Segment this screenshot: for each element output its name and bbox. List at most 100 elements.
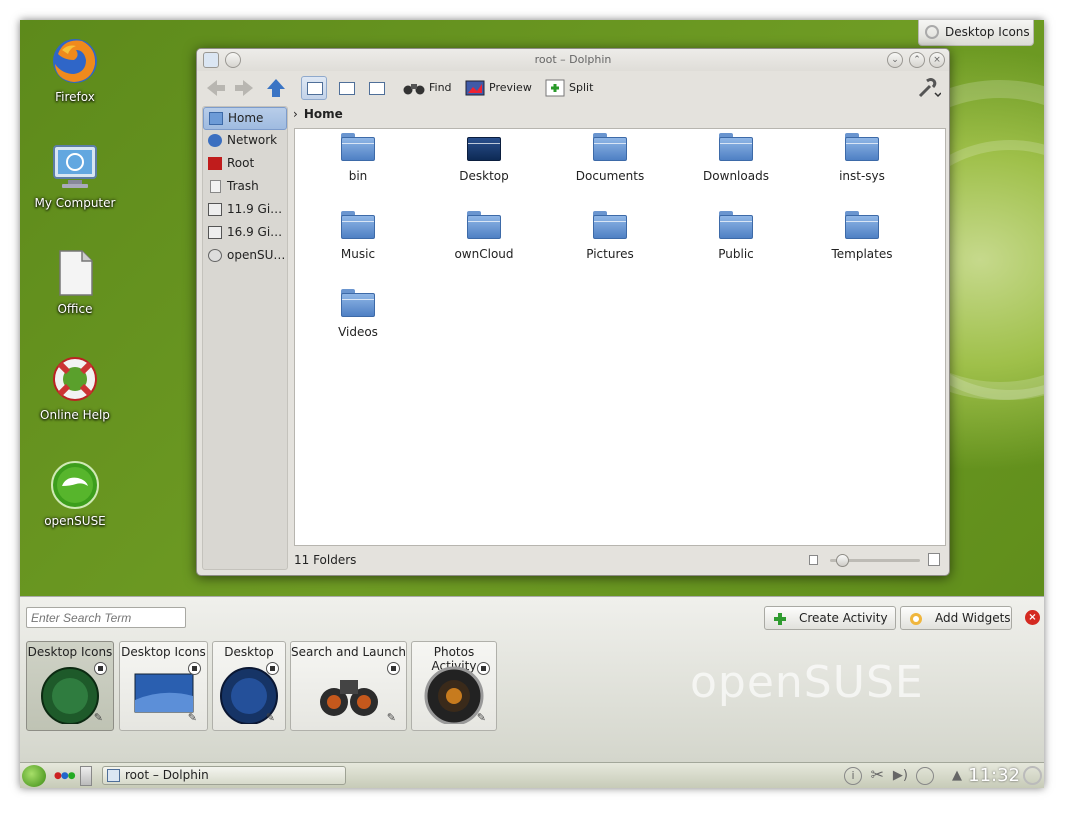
zoom-out-icon[interactable] (809, 555, 818, 565)
task-dolphin[interactable]: root – Dolphin (102, 766, 346, 785)
add-widgets-button[interactable]: Add Widgets (900, 606, 1012, 630)
folder-item[interactable]: inst-sys (807, 133, 917, 183)
folder-item[interactable]: Videos (303, 289, 413, 339)
forward-arrow-icon[interactable] (233, 77, 255, 99)
folder-item[interactable]: bin (303, 133, 413, 183)
panel-toolbox-icon[interactable] (1023, 766, 1042, 785)
configure-activity-icon[interactable]: ✎ (266, 711, 275, 724)
minimize-icon[interactable]: ⌄ (887, 52, 903, 68)
folder-name: inst-sys (839, 169, 885, 183)
folder-item[interactable]: Templates (807, 211, 917, 261)
desktop-icon-office[interactable]: Office (20, 248, 130, 316)
place-home[interactable]: Home (203, 107, 287, 130)
stop-activity-icon[interactable] (387, 662, 400, 675)
breadcrumb[interactable]: › Home (293, 106, 343, 126)
folder-item[interactable]: Downloads (681, 133, 791, 183)
stop-activity-icon[interactable] (477, 662, 490, 675)
places-panel: Home Network Root Trash 11.9 GiB… 16.9 G… (202, 106, 288, 570)
desktop-folder-icon (467, 133, 501, 161)
place-volume-2[interactable]: 16.9 GiB… (203, 222, 287, 245)
find-label: Find (429, 81, 452, 94)
details-view-button[interactable] (333, 76, 359, 100)
desktop-icon-online-help[interactable]: Online Help (20, 354, 130, 422)
window-titlebar[interactable]: root – Dolphin ⌄ ⌃ × (197, 49, 949, 71)
close-icon[interactable]: × (929, 52, 945, 68)
lifebuoy-icon (50, 354, 100, 404)
activity-label: Desktop Icons (121, 645, 206, 659)
place-trash[interactable]: Trash (203, 176, 287, 199)
desktop-icon-label: My Computer (34, 196, 116, 210)
zoom-slider[interactable] (830, 554, 920, 567)
place-root[interactable]: Root (203, 153, 287, 176)
activity-card[interactable]: Desktop ✎ (212, 641, 286, 731)
stop-activity-icon[interactable] (266, 662, 279, 675)
activity-card[interactable]: Search and Launch ✎ (290, 641, 407, 731)
desktop-icon-firefox[interactable]: Firefox (20, 36, 130, 104)
desktop-toolbox[interactable]: Desktop Icons (918, 20, 1034, 46)
settings-wrench-icon[interactable] (917, 77, 941, 99)
folder-item[interactable]: Public (681, 211, 791, 261)
icons-view-icon (307, 82, 323, 95)
configure-activity-icon[interactable]: ✎ (387, 711, 396, 724)
activity-thumbnail-icon (134, 673, 193, 713)
drive-icon (208, 226, 222, 239)
up-arrow-icon[interactable] (265, 77, 287, 99)
split-label: Split (569, 81, 594, 94)
activities-icon[interactable]: ●●● (54, 771, 76, 781)
activity-search-input[interactable] (26, 607, 186, 628)
breadcrumb-chevron-icon: › (293, 107, 298, 121)
desktop-screen: Firefox My Computer Office Online Help o… (20, 20, 1044, 788)
stop-activity-icon[interactable] (188, 662, 201, 675)
configure-activity-icon[interactable]: ✎ (477, 711, 486, 724)
preview-button[interactable]: Preview (465, 76, 532, 100)
window-toolbar: Find Preview Split (197, 71, 949, 105)
root-folder-icon (208, 157, 222, 170)
folder-name: Templates (831, 247, 893, 261)
firefox-icon (50, 36, 100, 86)
clock[interactable]: 11:32 (968, 765, 1020, 786)
application-launcher-icon[interactable] (22, 765, 46, 787)
folder-item[interactable]: Music (303, 211, 413, 261)
task-label: root – Dolphin (125, 768, 209, 782)
place-volume-1[interactable]: 11.9 GiB… (203, 199, 287, 222)
split-button[interactable]: Split (545, 76, 593, 100)
place-label: 16.9 GiB… (227, 225, 287, 239)
usb-device-icon[interactable] (916, 767, 934, 785)
find-button[interactable]: Find (403, 76, 452, 100)
activity-label: Desktop (224, 645, 274, 659)
notifications-info-icon[interactable]: i (844, 767, 862, 785)
close-activity-bar-icon[interactable]: × (1025, 610, 1040, 625)
place-opensuse-disc[interactable]: openSU… (203, 245, 287, 268)
desktop-icon-my-computer[interactable]: My Computer (20, 142, 130, 210)
configure-activity-icon[interactable]: ✎ (94, 711, 103, 724)
binoculars-icon (319, 680, 378, 716)
tray-expand-arrow-icon[interactable]: ▲ (952, 768, 962, 783)
configure-activity-icon[interactable]: ✎ (188, 711, 197, 724)
back-arrow-icon[interactable] (205, 77, 227, 99)
place-network[interactable]: Network (203, 130, 287, 153)
breadcrumb-home[interactable]: Home (304, 107, 343, 121)
columns-view-button[interactable] (363, 76, 389, 100)
klipper-scissors-icon[interactable]: ✂ (871, 765, 884, 784)
activity-card[interactable]: Desktop Icons ✎ (119, 641, 208, 731)
pager-icon[interactable] (80, 766, 92, 786)
place-label: Trash (227, 179, 259, 193)
activity-manager: openSUSE Create Activity Add Widgets × D… (20, 596, 1044, 762)
dolphin-window: root – Dolphin ⌄ ⌃ × Find Preview Split (196, 48, 950, 576)
activity-card[interactable]: Photos Activity ✎ (411, 641, 497, 731)
folder-item[interactable]: Pictures (555, 211, 665, 261)
maximize-icon[interactable]: ⌃ (909, 52, 925, 68)
stop-activity-icon[interactable] (94, 662, 107, 675)
desktop-icon-opensuse[interactable]: openSUSE (20, 460, 130, 528)
create-activity-button[interactable]: Create Activity (764, 606, 896, 630)
zoom-slider-handle[interactable] (836, 554, 849, 567)
folder-item[interactable]: Documents (555, 133, 665, 183)
volume-icon[interactable]: ▶) (893, 768, 908, 783)
folder-item[interactable]: ownCloud (429, 211, 539, 261)
drive-icon (208, 203, 222, 216)
folder-item[interactable]: Desktop (429, 133, 539, 183)
folder-view: bin Desktop Documents Downloads inst-sys… (294, 128, 946, 546)
icons-view-button[interactable] (301, 76, 327, 100)
activity-card[interactable]: Desktop Icons ✎ (26, 641, 114, 731)
zoom-in-icon[interactable] (928, 553, 940, 566)
